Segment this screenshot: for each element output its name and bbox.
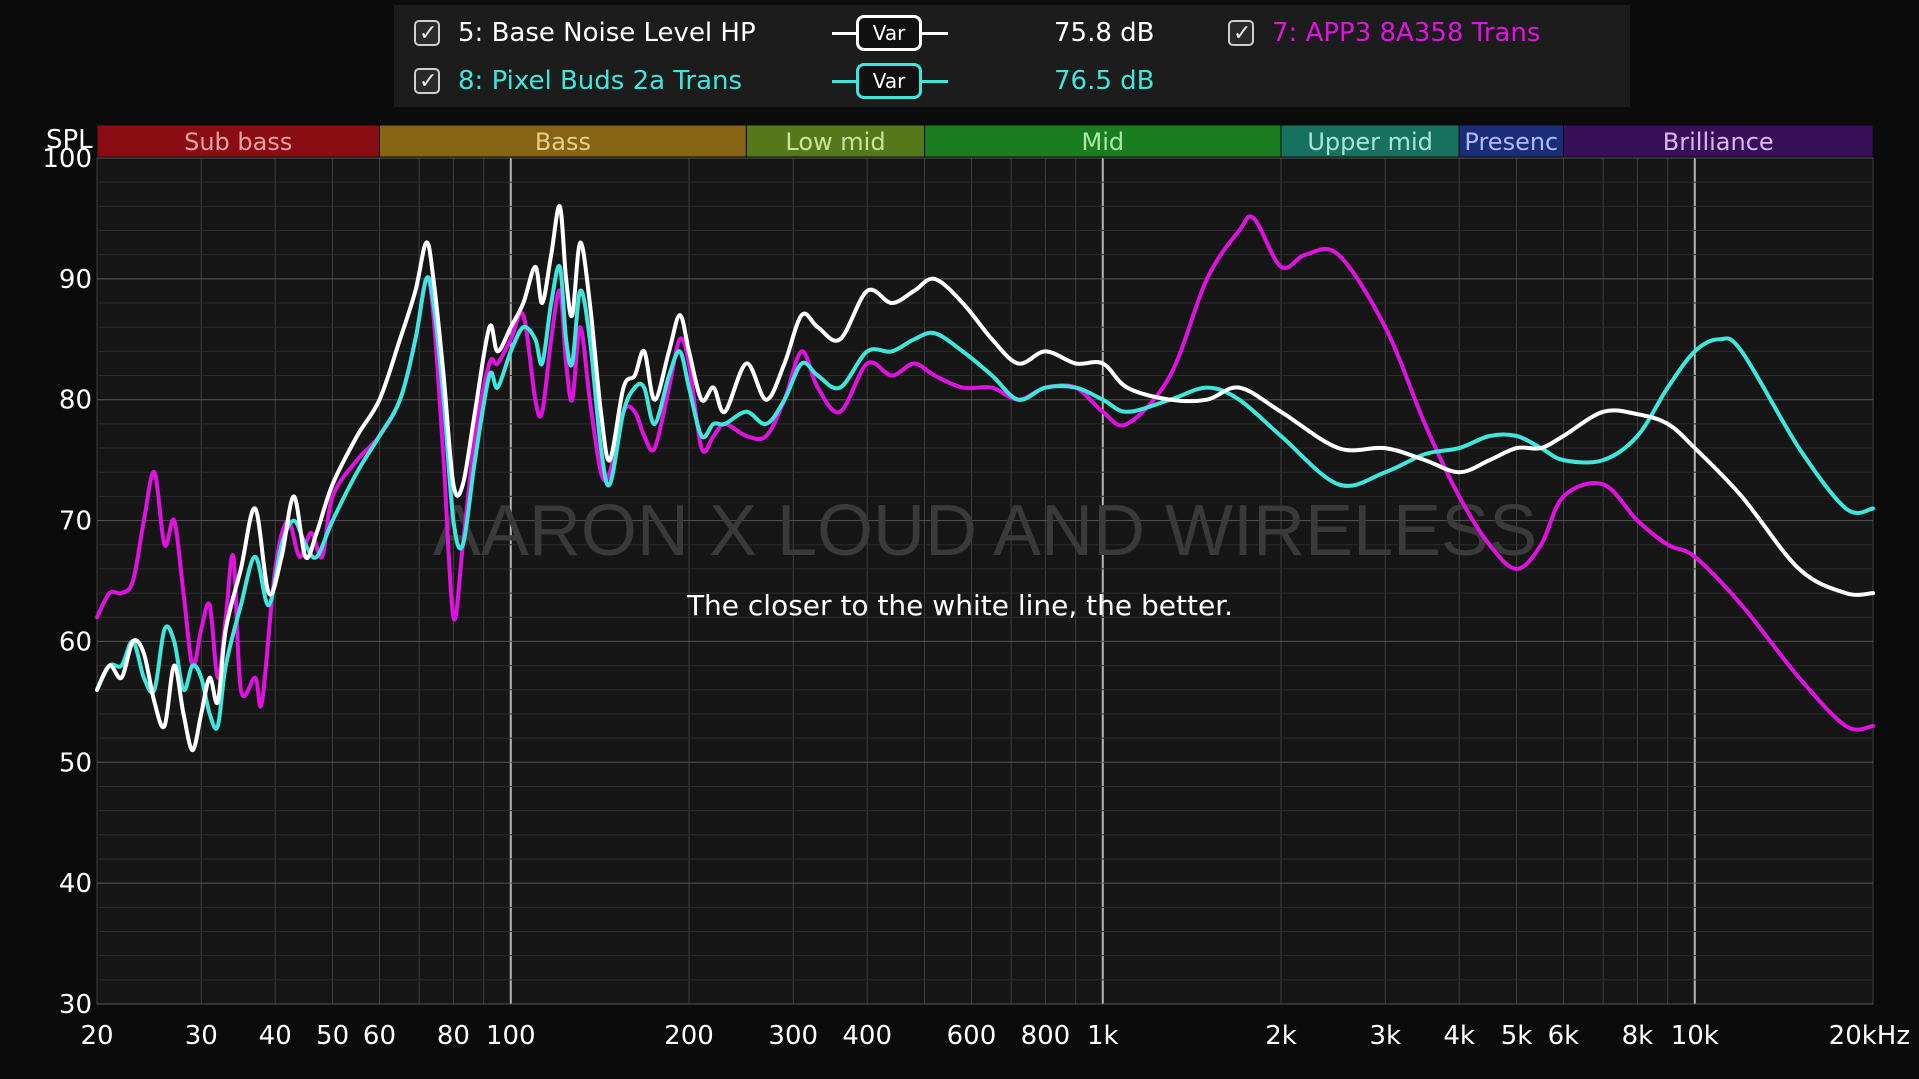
x-tick-label: 50: [316, 1021, 349, 1051]
x-tick-label: 8k: [1622, 1021, 1654, 1051]
annotation-text: The closer to the white line, the better…: [686, 589, 1233, 622]
frequency-response-chart: Sub bass Bass Low mid Mid Upper mid Presenc Br…: [42, 124, 1910, 1051]
x-tick-label: 5k: [1501, 1021, 1533, 1051]
x-tick-label: 400: [842, 1021, 892, 1051]
x-tick-label: 20kHz: [1829, 1021, 1910, 1051]
y-tick-label: 50: [59, 748, 92, 778]
band-label: Low mid: [785, 128, 885, 156]
y-tick-label: 60: [59, 627, 92, 657]
y-tick-label: 100: [42, 144, 92, 174]
x-tick-label: 600: [947, 1021, 997, 1051]
band-bar: Sub bass Bass Low mid Mid Upper mid Presenc Br…: [96, 124, 1874, 158]
band-label: Bass: [535, 128, 591, 156]
y-tick-label: 80: [59, 386, 92, 416]
x-tick-label: 3k: [1369, 1021, 1401, 1051]
plot-area: [96, 157, 1874, 1005]
band-label: Presenc: [1464, 128, 1558, 156]
x-tick-label: 6k: [1548, 1021, 1580, 1051]
y-tick-label: 30: [59, 990, 92, 1020]
x-tick-label: 800: [1021, 1021, 1071, 1051]
x-tick-label: 1k: [1087, 1021, 1119, 1051]
x-tick-label: 80: [437, 1021, 470, 1051]
band-label: Upper mid: [1307, 128, 1433, 156]
x-tick-label: 60: [363, 1021, 396, 1051]
x-tick-label: 10k: [1671, 1021, 1719, 1051]
y-tick-label: 70: [59, 507, 92, 537]
y-tick-label: 40: [59, 869, 92, 899]
watermark: AARON X LOUD AND WIRELESS: [433, 491, 1537, 571]
y-tick-label: 90: [59, 265, 92, 295]
x-tick-label: 20: [80, 1021, 113, 1051]
x-tick-label: 200: [664, 1021, 714, 1051]
x-tick-label: 30: [185, 1021, 218, 1051]
x-tick-labels: 20 30 40 50 60 80 100 200 300 400 600 800 1k 2k 3k 4k 5k…: [80, 1021, 1910, 1051]
band-label: Sub bass: [184, 128, 292, 156]
x-tick-label: 100: [486, 1021, 536, 1051]
x-tick-label: 40: [259, 1021, 292, 1051]
band-label: Mid: [1081, 128, 1124, 156]
x-tick-label: 300: [768, 1021, 818, 1051]
x-tick-label: 2k: [1265, 1021, 1297, 1051]
y-tick-labels: 30 40 50 60 70 80 90 100: [42, 144, 92, 1020]
band-label: Brilliance: [1663, 128, 1774, 156]
x-tick-label: 4k: [1443, 1021, 1475, 1051]
